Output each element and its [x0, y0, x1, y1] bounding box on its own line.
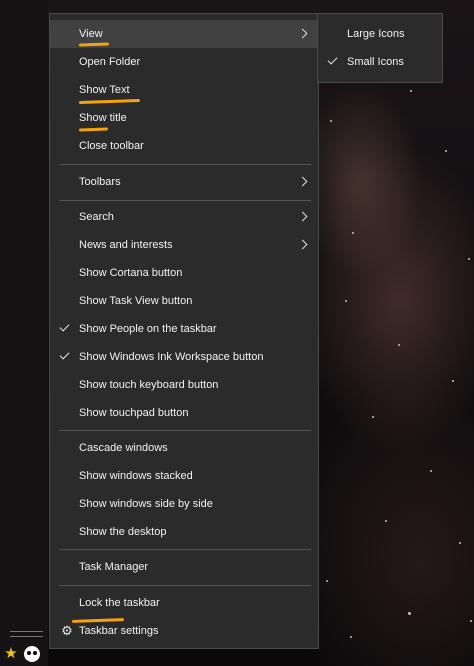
menu-item-label: News and interests — [79, 239, 173, 251]
menu-item-show-windows-stacked[interactable]: Show windows stacked — [50, 462, 318, 490]
menu-item-label: Show People on the taskbar — [79, 323, 217, 335]
menu-item-show-cortana-button[interactable]: Show Cortana button — [50, 259, 318, 287]
panda-icon[interactable] — [24, 646, 40, 662]
menu-separator — [59, 549, 311, 550]
menu-item-label: Cascade windows — [79, 442, 168, 454]
star-icon[interactable]: ★ — [3, 646, 19, 662]
menu-item-label: Toolbars — [79, 176, 121, 188]
menu-item-show-people[interactable]: Show People on the taskbar — [50, 315, 318, 343]
menu-item-label: Task Manager — [79, 561, 149, 573]
menu-item-label: Show Cortana button — [79, 267, 183, 279]
menu-separator — [59, 200, 311, 201]
menu-item-label: Close toolbar — [79, 140, 144, 152]
chevron-right-icon — [297, 28, 308, 39]
menu-item-label: Show windows side by side — [79, 498, 213, 510]
chevron-right-icon — [297, 211, 308, 222]
submenu-item-small-icons[interactable]: Small Icons — [318, 48, 442, 76]
menu-separator — [59, 585, 311, 586]
menu-item-task-manager[interactable]: Task Manager — [50, 553, 318, 581]
gear-icon: ⚙ — [61, 623, 73, 638]
menu-item-show-the-desktop[interactable]: Show the desktop — [50, 518, 318, 546]
menu-item-label: Search — [79, 211, 114, 223]
chevron-right-icon — [297, 176, 308, 187]
submenu-item-large-icons[interactable]: Large Icons — [318, 20, 442, 48]
submenu-item-label: Small Icons — [347, 56, 404, 68]
menu-item-open-folder[interactable]: Open Folder — [50, 48, 318, 76]
menu-item-toolbars[interactable]: Toolbars — [50, 168, 318, 196]
menu-item-label: Show touchpad button — [79, 407, 189, 419]
menu-item-news-and-interests[interactable]: News and interests — [50, 231, 318, 259]
view-submenu: Large Icons Small Icons — [317, 13, 443, 83]
menu-separator — [59, 164, 311, 165]
taskbar-context-menu: View Open Folder Show Text Show title Cl… — [49, 13, 319, 649]
menu-item-label: Show Windows Ink Workspace button — [79, 351, 264, 363]
menu-item-lock-the-taskbar[interactable]: Lock the taskbar — [50, 589, 318, 617]
menu-item-cascade-windows[interactable]: Cascade windows — [50, 434, 318, 462]
check-icon — [59, 321, 70, 332]
menu-item-label: Show touch keyboard button — [79, 379, 219, 391]
chevron-right-icon — [297, 239, 308, 250]
menu-item-show-windows-ink[interactable]: Show Windows Ink Workspace button — [50, 343, 318, 371]
menu-separator — [59, 430, 311, 431]
menu-item-label: Show Task View button — [79, 295, 193, 307]
toolbar-drag-handle[interactable] — [10, 631, 43, 637]
menu-item-label: Show windows stacked — [79, 470, 193, 482]
menu-item-close-toolbar[interactable]: Close toolbar — [50, 132, 318, 160]
menu-item-search[interactable]: Search — [50, 203, 318, 231]
submenu-item-label: Large Icons — [347, 28, 405, 40]
check-icon — [327, 54, 338, 65]
menu-item-show-windows-side-by-side[interactable]: Show windows side by side — [50, 490, 318, 518]
menu-item-label: Open Folder — [79, 56, 141, 68]
menu-item-show-touchpad[interactable]: Show touchpad button — [50, 399, 318, 427]
check-icon — [59, 349, 70, 360]
taskbar: ★ — [0, 0, 48, 666]
menu-item-label: Show the desktop — [79, 526, 167, 538]
menu-item-label: Lock the taskbar — [79, 597, 160, 609]
menu-item-show-touch-keyboard[interactable]: Show touch keyboard button — [50, 371, 318, 399]
menu-item-show-task-view-button[interactable]: Show Task View button — [50, 287, 318, 315]
